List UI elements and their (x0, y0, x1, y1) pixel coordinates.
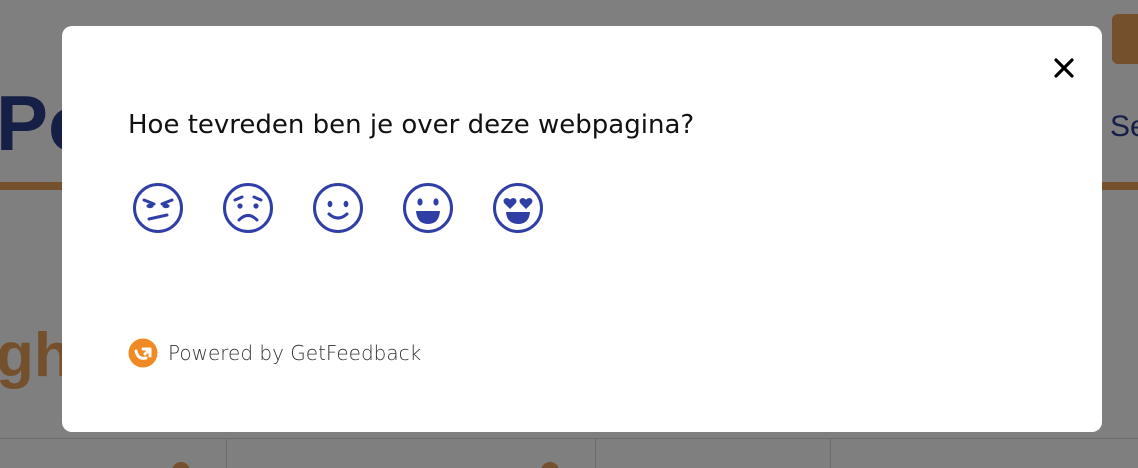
close-icon (1054, 58, 1074, 78)
smiling-face-icon (313, 183, 363, 233)
grinning-face-icon (403, 183, 453, 233)
powered-by-footer[interactable]: Powered by GetFeedback (128, 338, 421, 368)
angry-face-icon (133, 183, 183, 233)
getfeedback-logo-icon (128, 338, 158, 368)
powered-by-text: Powered by GetFeedback (168, 341, 422, 365)
survey-question: Hoe tevreden ben je over deze webpagina? (128, 110, 695, 140)
sad-face-icon (223, 183, 273, 233)
rating-grin-button[interactable] (402, 182, 454, 234)
close-button[interactable] (1050, 54, 1078, 82)
rating-angry-button[interactable] (132, 182, 184, 234)
rating-options (132, 182, 544, 234)
rating-smile-button[interactable] (312, 182, 364, 234)
feedback-modal: Hoe tevreden ben je over deze webpagina? (62, 26, 1102, 432)
rating-sad-button[interactable] (222, 182, 274, 234)
heart-eyes-face-icon (493, 183, 543, 233)
rating-love-button[interactable] (492, 182, 544, 234)
